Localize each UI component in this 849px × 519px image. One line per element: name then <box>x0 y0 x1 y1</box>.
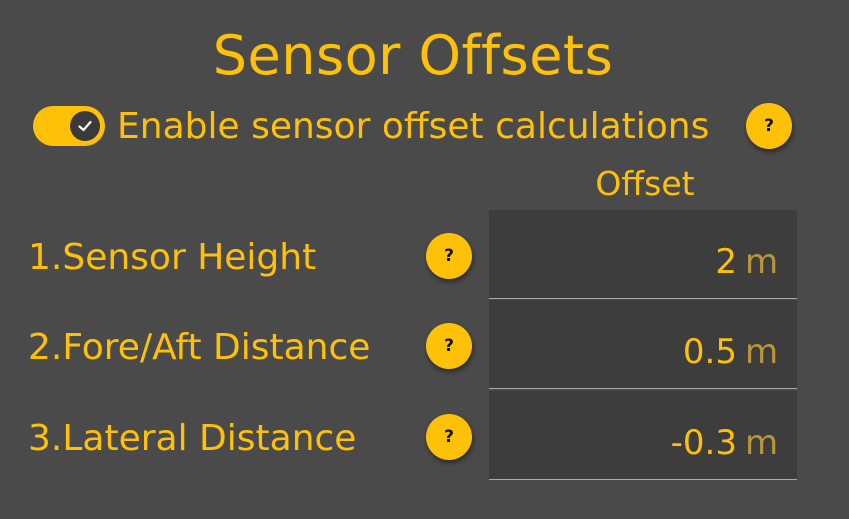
sensor-height-field[interactable]: 2 m <box>489 210 797 299</box>
fore-aft-distance-label: 2.Fore/Aft Distance <box>28 327 371 368</box>
sensor-height-label: 1.Sensor Height <box>28 237 317 278</box>
lateral-distance-value: -0.3 <box>670 423 737 463</box>
toggle-knob <box>70 111 100 141</box>
page-title: Sensor Offsets <box>212 24 614 87</box>
sensor-height-value: 2 <box>715 242 737 282</box>
fore-aft-distance-help-button[interactable]: ? <box>426 323 472 369</box>
enable-help-button[interactable]: ? <box>746 103 792 149</box>
fore-aft-distance-field[interactable]: 0.5 m <box>489 300 797 389</box>
fore-aft-distance-value: 0.5 <box>682 332 737 372</box>
sensor-height-unit: m <box>745 242 779 282</box>
enable-offsets-label: Enable sensor offset calculations <box>117 106 710 147</box>
offset-column-header: Offset <box>595 164 695 203</box>
lateral-distance-help-button[interactable]: ? <box>426 414 472 460</box>
enable-offsets-toggle[interactable] <box>33 106 105 146</box>
fore-aft-distance-unit: m <box>745 332 779 372</box>
lateral-distance-unit: m <box>745 423 779 463</box>
sensor-height-help-button[interactable]: ? <box>426 233 472 279</box>
lateral-distance-field[interactable]: -0.3 m <box>489 391 797 480</box>
checkmark-icon <box>78 120 92 132</box>
lateral-distance-label: 3.Lateral Distance <box>28 418 357 459</box>
